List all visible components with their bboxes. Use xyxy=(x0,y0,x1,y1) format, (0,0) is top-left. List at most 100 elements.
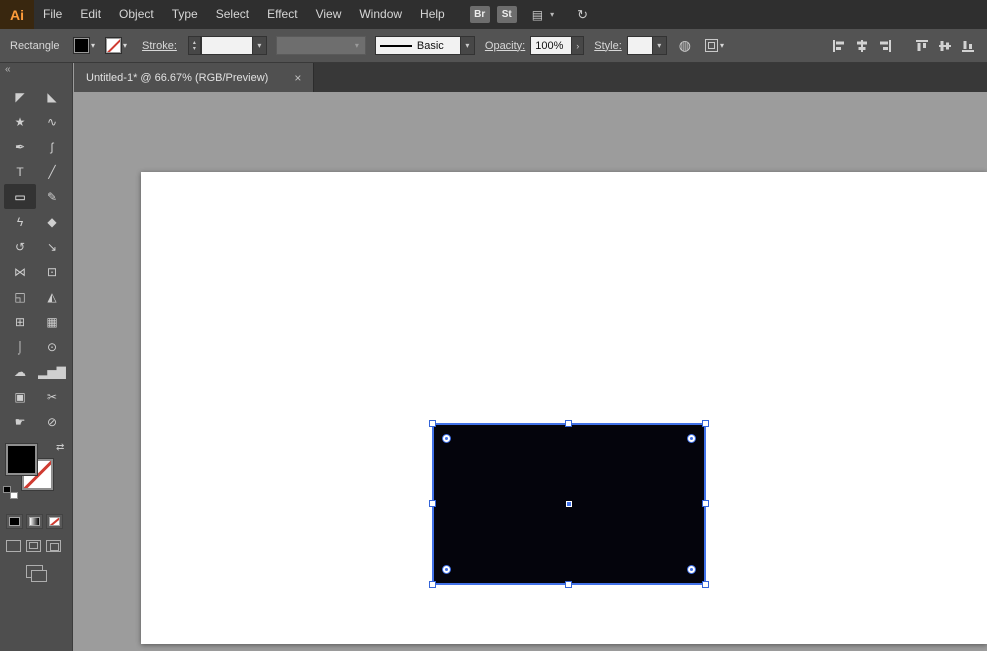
selection-handle-nw[interactable] xyxy=(429,420,436,427)
style-dropdown[interactable] xyxy=(626,36,653,55)
recolor-artwork-icon[interactable]: ◍ xyxy=(679,37,691,54)
tool-rectangle[interactable]: ▭ xyxy=(4,184,36,209)
menu-file[interactable]: File xyxy=(34,0,71,29)
fill-swatch[interactable] xyxy=(74,38,89,53)
align-v-center-icon[interactable] xyxy=(938,39,952,53)
stroke-weight-caret-icon[interactable]: ▾ xyxy=(252,36,267,55)
opacity-label[interactable]: Opacity: xyxy=(485,40,525,52)
menu-type[interactable]: Type xyxy=(163,0,207,29)
tool-scale[interactable]: ↘ xyxy=(36,234,68,259)
fill-caret-icon[interactable]: ▾ xyxy=(91,41,95,50)
align-h-center-icon[interactable] xyxy=(855,39,869,53)
align-bottom-icon[interactable] xyxy=(961,39,975,53)
menu-object[interactable]: Object xyxy=(110,0,163,29)
swap-fill-stroke-icon[interactable]: ⇄ xyxy=(56,442,64,453)
draw-normal-icon[interactable] xyxy=(6,540,21,552)
style-label[interactable]: Style: xyxy=(594,40,622,52)
selection-handle-w[interactable] xyxy=(429,500,436,507)
tool-shaper[interactable]: ϟ xyxy=(4,209,36,234)
corner-widget-se[interactable] xyxy=(687,565,696,574)
close-tab-icon[interactable]: × xyxy=(294,71,301,85)
menu-select[interactable]: Select xyxy=(207,0,258,29)
tool-paintbrush[interactable]: ✎ xyxy=(36,184,68,209)
control-bar: Rectangle ▾ ▾ Stroke: ▴ ▾ ▾ ▾ Basic ▾ Op… xyxy=(0,29,987,63)
tool-lasso[interactable]: ∿ xyxy=(36,109,68,134)
menu-window[interactable]: Window xyxy=(350,0,411,29)
stroke-weight-label[interactable]: Stroke: xyxy=(142,40,177,52)
screen-mode-icon[interactable] xyxy=(26,565,47,582)
selection-handle-s[interactable] xyxy=(565,581,572,588)
tool-hand[interactable]: ☛ xyxy=(4,409,36,434)
selection-handle-se[interactable] xyxy=(702,581,709,588)
stroke-swatch[interactable] xyxy=(106,38,122,53)
opacity-value: 100% xyxy=(535,39,564,52)
stock-button[interactable]: St xyxy=(496,6,517,23)
draw-inside-icon[interactable] xyxy=(46,540,61,552)
align-top-icon[interactable] xyxy=(915,39,929,53)
workspace-caret-icon[interactable]: ▾ xyxy=(550,10,554,19)
menu-view[interactable]: View xyxy=(307,0,351,29)
selected-rectangle[interactable] xyxy=(429,420,709,588)
tool-selection[interactable]: ◤ xyxy=(4,84,36,109)
selection-handle-n[interactable] xyxy=(565,420,572,427)
tool-curvature[interactable]: ʃ xyxy=(36,134,68,159)
workspace-switcher-icon[interactable]: ▤ xyxy=(532,8,543,22)
tool-symbol-sprayer[interactable]: ☁ xyxy=(4,359,36,384)
tool-magic-wand[interactable]: ★ xyxy=(4,109,36,134)
tool-line-segment[interactable]: ╱ xyxy=(36,159,68,184)
corner-widget-ne[interactable] xyxy=(687,434,696,443)
draw-behind-icon[interactable] xyxy=(26,540,41,552)
menu-help[interactable]: Help xyxy=(411,0,454,29)
stroke-weight-input[interactable] xyxy=(200,36,253,55)
tool-direct-selection[interactable]: ◣ xyxy=(36,84,68,109)
tool-eyedropper[interactable]: ⌡ xyxy=(4,334,36,359)
tool-pen[interactable]: ✒ xyxy=(4,134,36,159)
opacity-arrow-icon[interactable]: › xyxy=(572,36,585,55)
tool-zoom[interactable]: ⊘ xyxy=(36,409,68,434)
color-button[interactable] xyxy=(6,514,23,529)
fill-color-proxy[interactable] xyxy=(6,444,37,475)
collapse-panel-icon[interactable]: « xyxy=(5,64,11,75)
selection-handle-sw[interactable] xyxy=(429,581,436,588)
center-point-handle[interactable] xyxy=(566,501,572,507)
document-tab[interactable]: Untitled-1* @ 66.67% (RGB/Preview) × xyxy=(74,63,315,92)
tool-eraser[interactable]: ◆ xyxy=(36,209,68,234)
tool-artboard[interactable]: ▣ xyxy=(4,384,36,409)
shape-properties-caret-icon[interactable]: ▾ xyxy=(720,41,724,50)
opacity-input[interactable]: 100% xyxy=(530,36,573,55)
style-caret-icon[interactable]: ▾ xyxy=(652,36,667,55)
stroke-style-caret-icon[interactable]: ▾ xyxy=(460,36,475,55)
tool-width[interactable]: ⋈ xyxy=(4,259,36,284)
tool-mesh[interactable]: ⊞ xyxy=(4,309,36,334)
tool-type[interactable]: T xyxy=(4,159,36,184)
brush-definition-dropdown[interactable]: ▾ xyxy=(275,36,366,55)
selection-handle-e[interactable] xyxy=(702,500,709,507)
default-fill-stroke-icon[interactable] xyxy=(3,486,18,499)
sync-icon[interactable]: ↻ xyxy=(577,7,588,23)
tool-rotate[interactable]: ↺ xyxy=(4,234,36,259)
tool-free-transform[interactable]: ⊡ xyxy=(36,259,68,284)
selection-handle-ne[interactable] xyxy=(702,420,709,427)
menu-effect[interactable]: Effect xyxy=(258,0,306,29)
canvas[interactable] xyxy=(74,92,987,651)
stroke-style-line-icon xyxy=(379,44,412,47)
corner-widget-sw[interactable] xyxy=(442,565,451,574)
stroke-caret-icon[interactable]: ▾ xyxy=(123,41,127,50)
stroke-weight-stepper[interactable]: ▴ ▾ xyxy=(187,36,201,55)
corner-widget-nw[interactable] xyxy=(442,434,451,443)
gradient-button[interactable] xyxy=(26,514,43,529)
tool-gradient[interactable]: ▦ xyxy=(36,309,68,334)
shape-properties-icon[interactable] xyxy=(704,39,718,52)
stroke-style-dropdown[interactable]: Basic xyxy=(374,36,461,55)
tool-perspective-grid[interactable]: ◭ xyxy=(36,284,68,309)
menu-edit[interactable]: Edit xyxy=(71,0,110,29)
tool-column-graph[interactable]: ▂▅▇ xyxy=(36,359,68,384)
tool-blend[interactable]: ⊙ xyxy=(36,334,68,359)
tool-slice[interactable]: ✂ xyxy=(36,384,68,409)
align-right-icon[interactable] xyxy=(878,39,892,53)
none-button[interactable] xyxy=(46,514,63,529)
tool-shape-builder[interactable]: ◱ xyxy=(4,284,36,309)
bridge-button[interactable]: Br xyxy=(469,6,490,23)
brush-caret-icon: ▾ xyxy=(354,41,359,50)
align-left-icon[interactable] xyxy=(832,39,846,53)
